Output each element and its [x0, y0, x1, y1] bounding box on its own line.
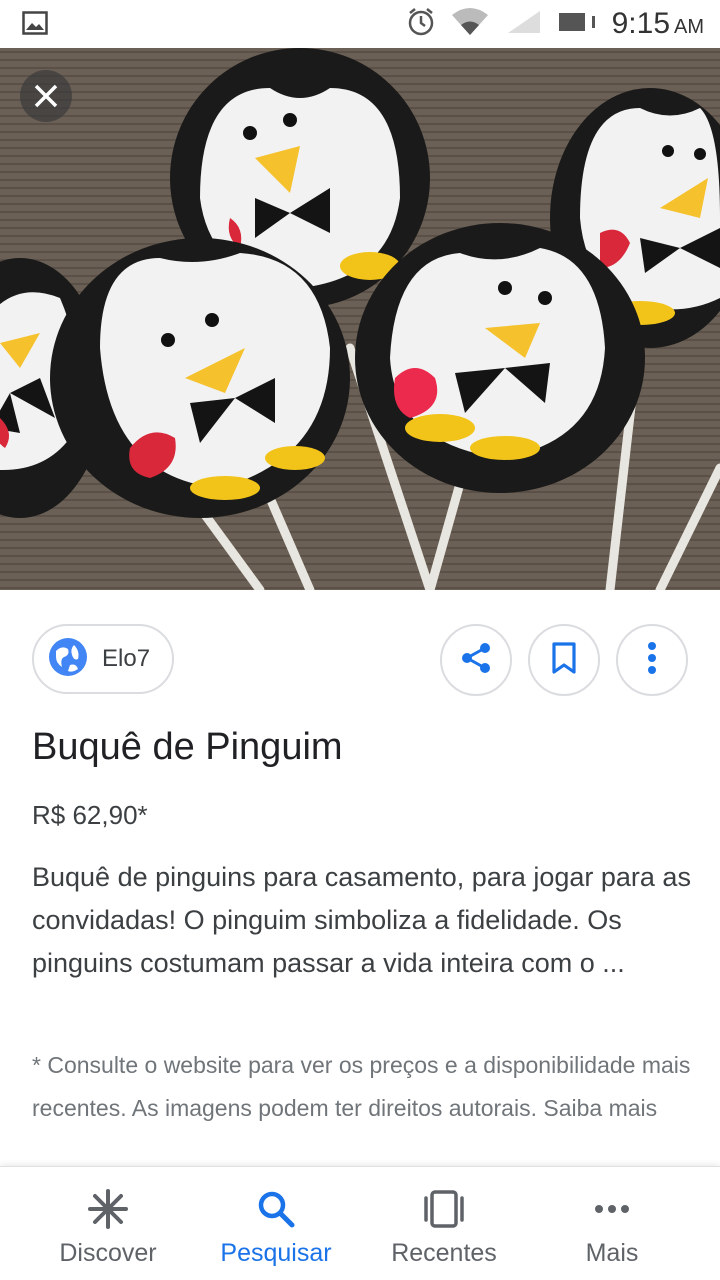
nav-more[interactable]: Mais	[522, 1167, 702, 1280]
source-name: Elo7	[102, 645, 151, 672]
more-horiz-icon	[594, 1187, 630, 1231]
product-image[interactable]	[0, 48, 720, 590]
wifi-icon	[450, 7, 490, 42]
nav-label-discover: Discover	[59, 1239, 157, 1267]
product-description: Buquê de pinguins para casamento, para j…	[32, 862, 691, 978]
product-price: R$ 62,90*	[32, 800, 148, 830]
status-time: 9:15 AM	[612, 7, 704, 41]
nav-label-recents: Recentes	[391, 1239, 497, 1267]
search-icon	[256, 1187, 296, 1231]
nav-label-search: Pesquisar	[220, 1239, 332, 1267]
time-text: 9:15	[611, 7, 670, 40]
price-disclaimer: * Consulte o website para ver os preços …	[32, 1052, 691, 1121]
source-chip[interactable]: Elo7	[32, 624, 174, 694]
bookmark-icon	[550, 641, 578, 680]
signal-icon	[504, 7, 544, 42]
bottom-nav: Discover Pesquisar Recentes Mais	[0, 1166, 720, 1280]
more-options-button[interactable]	[616, 624, 688, 696]
share-button[interactable]	[440, 624, 512, 696]
close-icon	[33, 83, 59, 109]
alarm-icon	[406, 7, 436, 42]
bookmark-button[interactable]	[528, 624, 600, 696]
nav-recents[interactable]: Recentes	[354, 1167, 534, 1280]
more-vert-icon	[647, 641, 657, 680]
status-bar: 9:15 AM	[0, 0, 720, 48]
nav-search[interactable]: Pesquisar	[186, 1167, 366, 1280]
ampm-text: AM	[674, 16, 704, 38]
share-icon	[459, 641, 493, 680]
nav-label-more: Mais	[585, 1239, 639, 1267]
nav-discover[interactable]: Discover	[18, 1167, 198, 1280]
recents-icon	[423, 1187, 465, 1231]
asterisk-icon	[87, 1187, 129, 1231]
globe-icon	[48, 637, 88, 682]
battery-icon	[558, 10, 598, 39]
image-icon	[22, 11, 48, 40]
close-button[interactable]	[20, 70, 72, 122]
product-title: Buquê de Pinguim	[32, 726, 343, 768]
